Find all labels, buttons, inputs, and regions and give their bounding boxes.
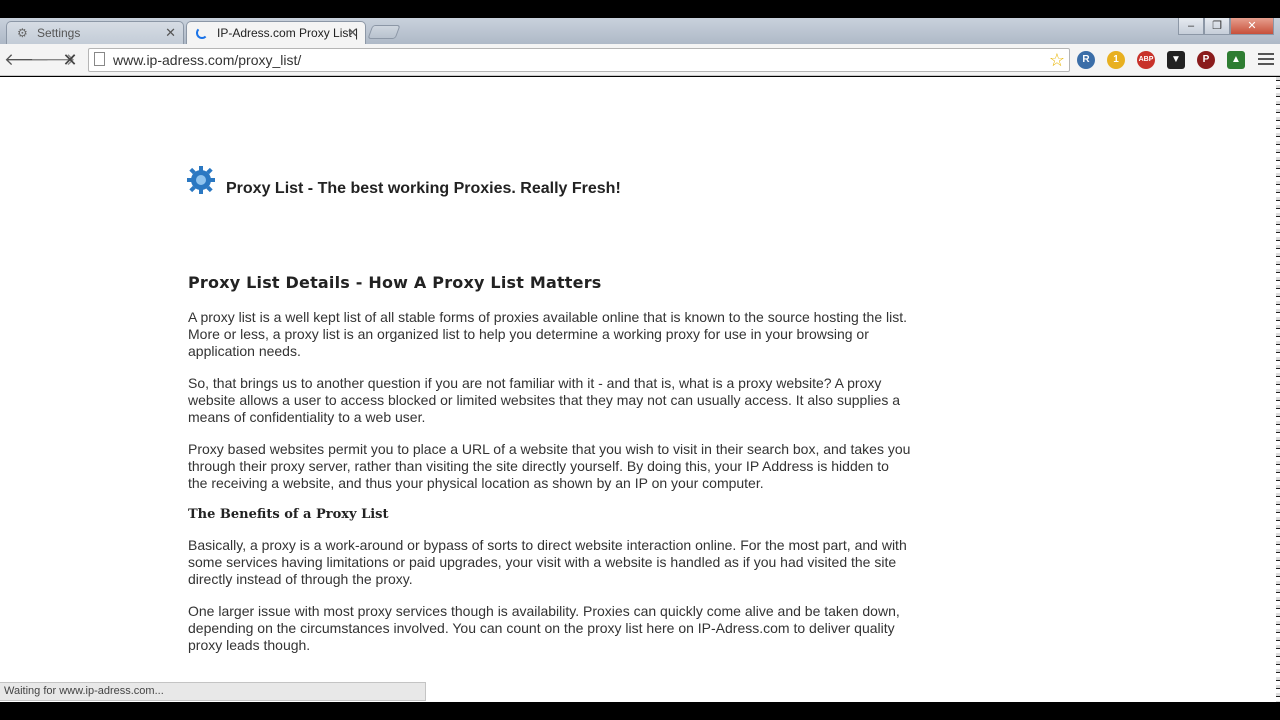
page-viewport: Proxy List - The best working Proxies. R…	[0, 77, 1280, 702]
coin-extension-icon[interactable]: 1	[1107, 51, 1125, 69]
stop-loading-icon[interactable]: ✕	[58, 48, 82, 72]
window-close-icon[interactable]: ✕	[1230, 18, 1274, 35]
article: Proxy List Details - How A Proxy List Ma…	[188, 273, 912, 669]
new-tab-button[interactable]	[367, 25, 401, 39]
forward-arrow-icon[interactable]: 🡒	[30, 48, 76, 72]
close-tab-icon[interactable]: ✕	[165, 22, 176, 44]
r-extension-icon[interactable]: R	[1077, 51, 1095, 69]
tab-strip: ⚙ Settings ✕ IP-Adress.com Proxy List | …	[0, 18, 1280, 44]
article-paragraph: Basically, a proxy is a work-around or b…	[188, 537, 907, 587]
green-extension-icon[interactable]: ▲	[1227, 51, 1245, 69]
back-arrow-icon[interactable]: 🡐	[4, 48, 50, 72]
tab-label: IP-Adress.com Proxy List |	[217, 26, 359, 40]
page-icon	[94, 52, 105, 66]
article-subheading: The Benefits of a Proxy List	[188, 507, 389, 522]
screen-artifact	[1276, 77, 1280, 702]
screen-bottom-border	[0, 702, 1280, 720]
menu-icon[interactable]	[1258, 50, 1274, 68]
window-controls: – ❐ ✕	[1178, 18, 1274, 36]
article-paragraph: Proxy based websites permit you to place…	[188, 441, 911, 491]
adblock-icon[interactable]: ABP	[1137, 51, 1155, 69]
browser-toolbar: 🡐 🡒 ✕ www.ip-adress.com/proxy_list/ ☆ R …	[0, 44, 1280, 76]
address-bar[interactable]: www.ip-adress.com/proxy_list/ ☆	[88, 48, 1070, 72]
tab-settings[interactable]: ⚙ Settings ✕	[6, 21, 184, 44]
url-text[interactable]: www.ip-adress.com/proxy_list/	[113, 52, 301, 68]
close-tab-icon[interactable]: ✕	[347, 22, 358, 44]
restore-icon[interactable]: ❐	[1204, 18, 1230, 35]
article-paragraph: So, that brings us to another question i…	[188, 375, 901, 425]
loading-spinner-icon	[196, 27, 208, 39]
article-heading: Proxy List Details - How A Proxy List Ma…	[188, 273, 602, 292]
status-bubble: Waiting for www.ip-adress.com...	[0, 682, 426, 701]
bookmark-star-icon[interactable]: ☆	[1049, 49, 1065, 71]
p-extension-icon[interactable]: P	[1197, 51, 1215, 69]
article-paragraph: A proxy list is a well kept list of all …	[188, 309, 908, 359]
site-title: Proxy List - The best working Proxies. R…	[226, 180, 621, 197]
tab-label: Settings	[37, 26, 81, 40]
screen-top-border	[0, 0, 1280, 18]
gear-icon: ⚙	[17, 26, 28, 40]
owl-extension-icon[interactable]: ▼	[1167, 51, 1185, 69]
minimize-icon[interactable]: –	[1178, 18, 1204, 35]
article-paragraph: One larger issue with most proxy service…	[188, 603, 900, 653]
tab-proxy-list[interactable]: IP-Adress.com Proxy List | ✕	[186, 21, 366, 44]
gear-logo-icon	[187, 166, 215, 194]
